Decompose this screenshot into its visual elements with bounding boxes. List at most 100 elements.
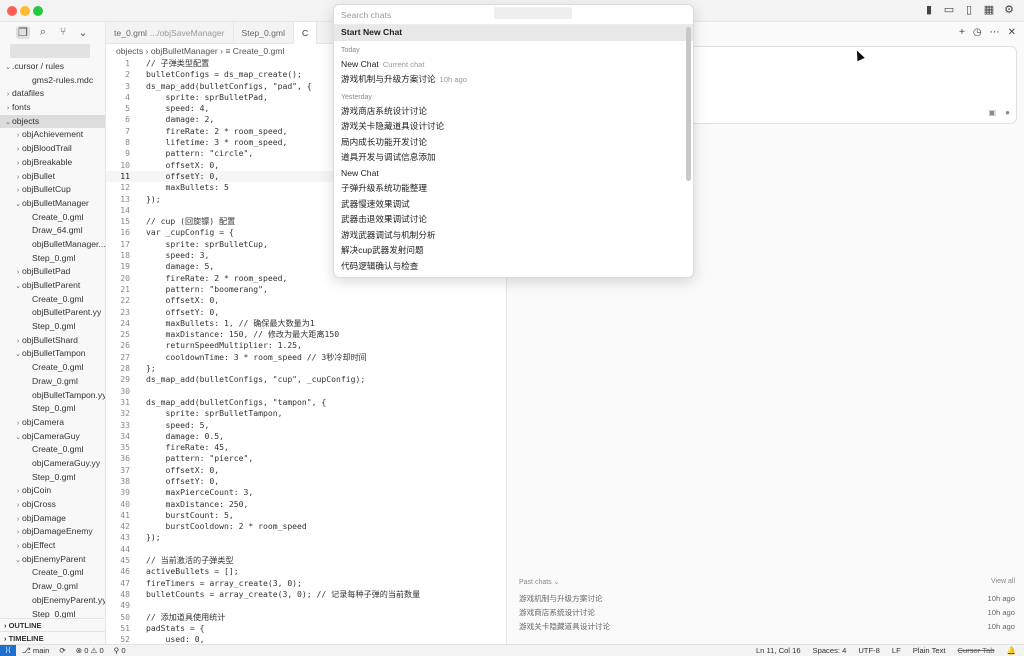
maximize-window-button[interactable] xyxy=(33,6,43,16)
past-chat-item[interactable]: 游戏关卡隐藏道具设计讨论 10h ago xyxy=(519,620,1015,634)
chat-history-item[interactable]: 游戏武器调试与机制分析 xyxy=(334,228,693,244)
toggle-secondary-sidebar-icon[interactable]: ▯ xyxy=(962,3,976,17)
tree-item[interactable]: objBulletParent.yy xyxy=(0,306,105,320)
more-options-icon[interactable]: ⋯ xyxy=(990,27,1000,38)
tree-item[interactable]: › objEffect xyxy=(0,539,105,553)
line-number: 12 xyxy=(120,182,130,193)
line-number: 5 xyxy=(125,103,130,114)
dropdown-scrollbar[interactable] xyxy=(686,27,691,181)
search-icon[interactable]: ⌕ xyxy=(36,26,50,39)
chat-history-item[interactable]: 武器慢速效果调试 xyxy=(334,197,693,213)
tree-item[interactable]: › objCamera xyxy=(0,416,105,430)
tree-item[interactable]: › objDamage xyxy=(0,512,105,526)
chat-history-item[interactable]: New Chat Current chat xyxy=(334,57,693,73)
tree-item[interactable]: ⌄objBulletTampon xyxy=(0,347,105,361)
tree-item[interactable]: ⌄objEnemyParent xyxy=(0,553,105,567)
editor-tab[interactable]: C xyxy=(293,22,318,44)
past-chat-item[interactable]: 游戏机制与升级方案讨论 10h ago xyxy=(519,592,1015,606)
tree-item[interactable]: › objDamageEnemy xyxy=(0,525,105,539)
new-chat-plus-icon[interactable]: + xyxy=(959,27,965,38)
chat-history-item[interactable]: 解决cup武器发射问题 xyxy=(334,243,693,259)
tree-item[interactable]: › objBulletCup xyxy=(0,183,105,197)
tree-item[interactable]: objCameraGuy.yy xyxy=(0,457,105,471)
chevron-down-icon[interactable]: ⌄ xyxy=(76,26,90,39)
problems-status[interactable]: ⊗ 0 ⚠ 0 xyxy=(76,645,104,656)
tree-item[interactable]: Create_0.gml xyxy=(0,361,105,375)
minimize-window-button[interactable] xyxy=(20,6,30,16)
editor-tab[interactable]: Step_0.gml xyxy=(234,22,294,44)
tree-item[interactable]: Draw_0.gml xyxy=(0,375,105,389)
past-chat-item[interactable]: 游戏商店系统设计讨论 10h ago xyxy=(519,606,1015,620)
code-line: 31 ds_map_add(bulletConfigs, "tampon", { xyxy=(106,397,506,408)
chat-history-item[interactable]: 道具开发与调试信息添加 xyxy=(334,150,693,166)
tree-item[interactable]: Create_0.gml xyxy=(0,566,105,580)
tree-item[interactable]: ⌄objects xyxy=(0,114,105,129)
past-chats-label[interactable]: Past chats ⌄ xyxy=(519,578,560,586)
tree-item[interactable]: gms2-rules.mdc xyxy=(0,74,105,88)
chat-history-item[interactable]: 局内成长功能开发讨论 xyxy=(334,135,693,151)
cursor-tab-status[interactable]: Cursor Tab xyxy=(958,645,995,656)
tree-item[interactable]: › objBloodTrail xyxy=(0,142,105,156)
branch-status[interactable]: ⎇ main xyxy=(22,645,49,656)
chat-history-item[interactable]: 武器击退效果调试讨论 xyxy=(334,212,693,228)
start-new-chat-item[interactable]: Start New Chat xyxy=(334,25,693,41)
settings-gear-icon[interactable]: ⚙ xyxy=(1002,3,1016,17)
remote-icon[interactable]: ⟩⟨ xyxy=(0,645,16,656)
explorer-files-icon[interactable]: ❐ xyxy=(16,25,30,39)
encoding[interactable]: UTF-8 xyxy=(858,645,880,656)
outline-section[interactable]: › OUTLINE xyxy=(0,618,105,631)
language-mode[interactable]: Plain Text xyxy=(913,645,946,656)
tree-item[interactable]: Create_0.gml xyxy=(0,211,105,225)
tree-item[interactable]: Create_0.gml xyxy=(0,443,105,457)
tree-item[interactable]: Step_0.gml xyxy=(0,471,105,485)
toggle-primary-sidebar-icon[interactable]: ▮ xyxy=(922,3,936,17)
view-all-link[interactable]: View all xyxy=(991,578,1015,586)
line-number: 30 xyxy=(120,385,130,396)
tree-item[interactable]: Step_0.gml xyxy=(0,320,105,334)
tree-item[interactable]: › datafiles xyxy=(0,87,105,101)
cursor-position[interactable]: Ln 11, Col 16 xyxy=(756,645,801,656)
tree-item[interactable]: ⌄objCameraGuy xyxy=(0,430,105,444)
customize-layout-icon[interactable]: ▦ xyxy=(982,3,996,17)
tree-item[interactable]: › objCoin xyxy=(0,484,105,498)
toggle-panel-icon[interactable]: ▭ xyxy=(942,3,956,17)
tree-item[interactable]: › fonts xyxy=(0,101,105,115)
indentation[interactable]: Spaces: 4 xyxy=(813,645,847,656)
ports-status[interactable]: ⚲ 0 xyxy=(114,645,126,656)
chat-history-item[interactable]: 游戏商店系统设计讨论 xyxy=(334,104,693,120)
tree-item[interactable]: objEnemyParent.yy xyxy=(0,594,105,608)
tree-item[interactable]: Create_0.gml xyxy=(0,293,105,307)
sync-icon[interactable]: ⟳ xyxy=(59,645,65,656)
timeline-section[interactable]: › TIMELINE xyxy=(0,631,105,644)
tree-item[interactable]: › objBulletPad xyxy=(0,265,105,279)
tree-item[interactable]: Step_0.gml xyxy=(0,402,105,416)
source-control-icon[interactable]: ⑂ xyxy=(56,26,70,38)
tree-item[interactable]: › objBulletShard xyxy=(0,334,105,348)
tree-item[interactable]: › objBreakable xyxy=(0,156,105,170)
close-icon[interactable]: ✕ xyxy=(1008,27,1016,38)
chat-history-item[interactable]: New Chat xyxy=(334,166,693,182)
editor-tab[interactable]: te_0.gml .../objSaveManager xyxy=(106,22,234,44)
tree-item[interactable]: › objBullet xyxy=(0,170,105,184)
tree-item[interactable]: ⌄objBulletParent xyxy=(0,279,105,293)
line-number: 16 xyxy=(120,227,130,238)
tree-item[interactable]: Draw_0.gml xyxy=(0,580,105,594)
chat-history-item[interactable]: 游戏机制与升级方案讨论 10h ago xyxy=(334,72,693,88)
chat-history-item[interactable]: 代码逻辑确认与检查 xyxy=(334,259,693,275)
tree-item[interactable]: › objAchievement xyxy=(0,128,105,142)
tree-item[interactable]: ⌄.cursor / rules xyxy=(0,60,105,74)
end-of-line[interactable]: LF xyxy=(892,645,901,656)
tree-item[interactable]: objBulletTampon.yy xyxy=(0,389,105,403)
tree-item[interactable]: Draw_64.gml xyxy=(0,224,105,238)
tree-item[interactable]: objBulletManager... xyxy=(0,238,105,252)
send-icon[interactable]: ● xyxy=(1005,108,1010,117)
chat-history-item[interactable]: 游戏关卡隐藏道具设计讨论 xyxy=(334,119,693,135)
image-attach-icon[interactable]: ▣ xyxy=(988,108,996,117)
notifications-bell-icon[interactable]: 🔔 xyxy=(1007,645,1016,656)
history-icon[interactable]: ◷ xyxy=(973,27,982,38)
tree-item[interactable]: › objCross xyxy=(0,498,105,512)
tree-item[interactable]: ⌄objBulletManager xyxy=(0,197,105,211)
tree-item[interactable]: Step_0.gml xyxy=(0,252,105,266)
chat-history-item[interactable]: 子弹升级系统功能整理 xyxy=(334,181,693,197)
close-window-button[interactable] xyxy=(7,6,17,16)
